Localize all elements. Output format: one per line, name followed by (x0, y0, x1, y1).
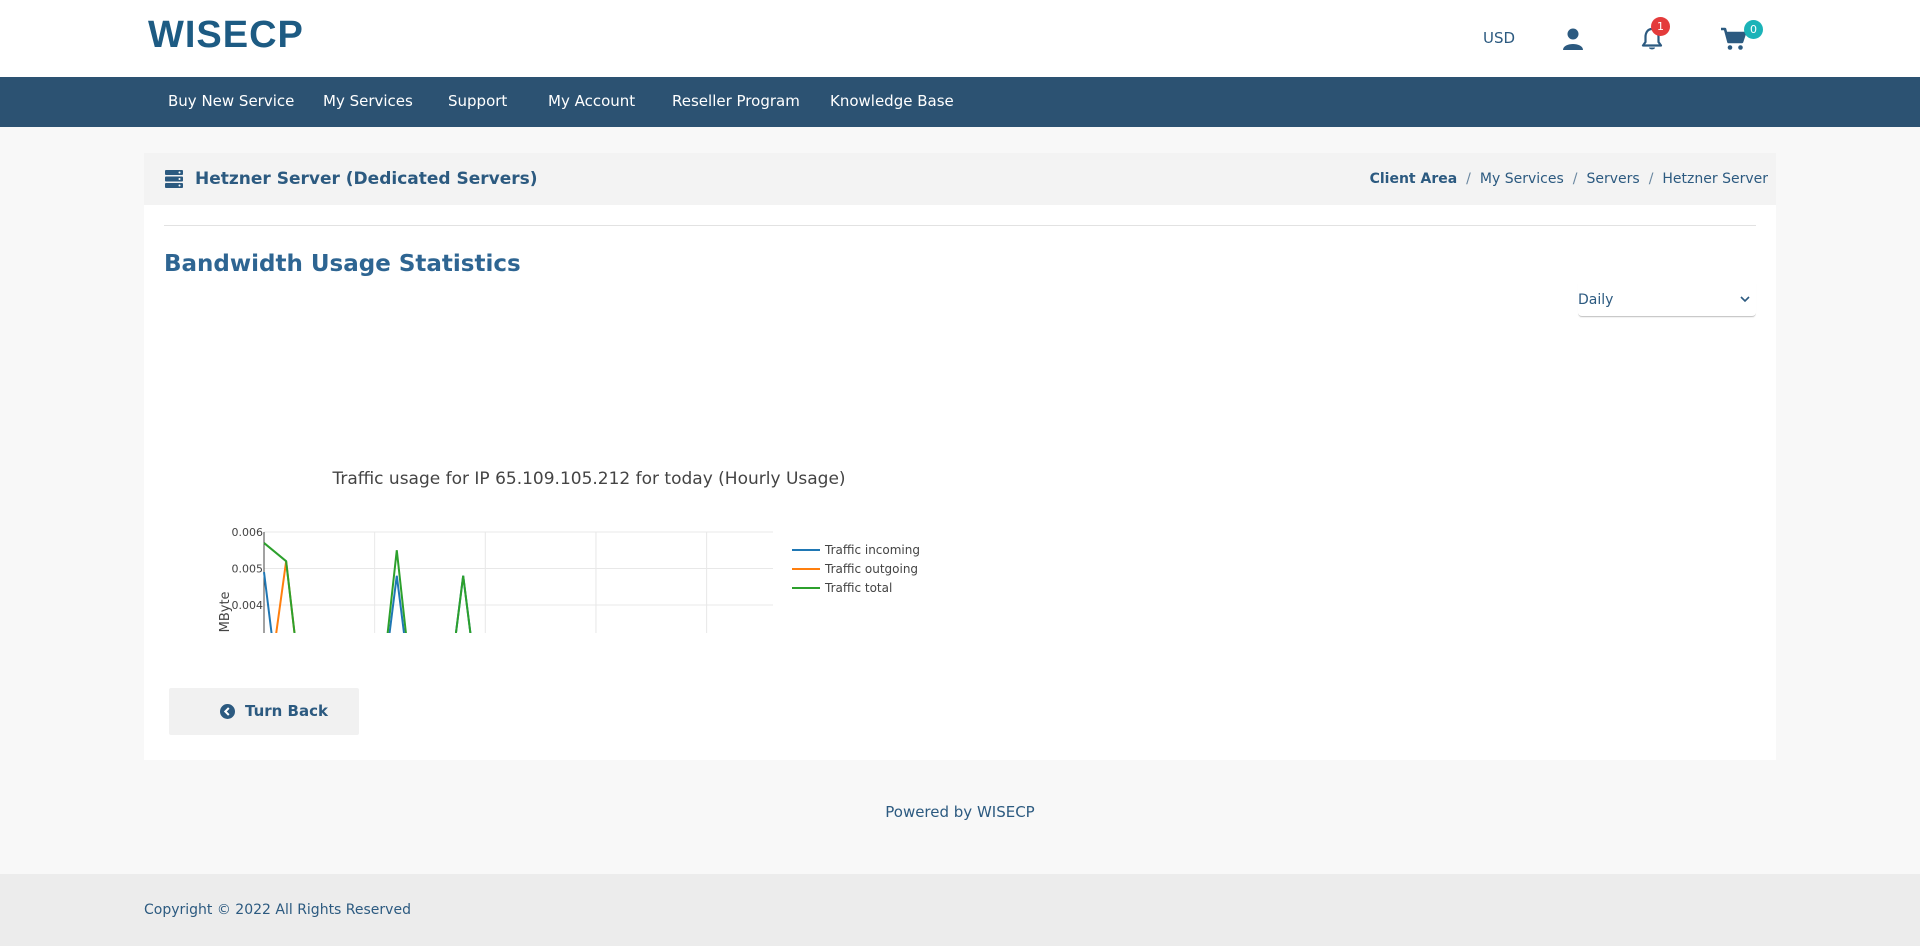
period-select[interactable]: Daily (1578, 283, 1756, 317)
series-line-traffic-total (263, 542, 472, 633)
panel-header: Hetzner Server (Dedicated Servers) Clien… (144, 153, 1776, 205)
chevron-down-icon (1740, 296, 1750, 303)
cart-count-badge: 0 (1744, 20, 1763, 39)
page-title: Hetzner Server (Dedicated Servers) (195, 169, 538, 189)
turn-back-label: Turn Back (245, 702, 328, 720)
chevron-circle-left-icon (220, 704, 235, 719)
series-line-traffic-outgoing (275, 561, 296, 633)
breadcrumb-separator: / (1572, 171, 1578, 187)
y-tick-label: 0.004 (232, 599, 264, 612)
nav-item-my-services[interactable]: My Services (323, 92, 413, 110)
traffic-chart: Traffic usage for IP 65.109.105.212 for … (218, 469, 920, 633)
breadcrumb-separator: / (1648, 171, 1654, 187)
breadcrumb-client-area[interactable]: Client Area (1370, 171, 1458, 187)
site-footer: Copyright © 2022 All Rights Reserved (0, 874, 1920, 946)
powered-by-link[interactable]: Powered by WISECP (885, 803, 1034, 821)
copyright-text: Copyright © 2022 All Rights Reserved (144, 902, 411, 918)
chart-title: Traffic usage for IP 65.109.105.212 for … (331, 469, 845, 489)
logo-graphic: WISECP (148, 14, 304, 56)
breadcrumb-my-services[interactable]: My Services (1480, 171, 1564, 187)
server-icon (165, 170, 183, 188)
site-header: WISECP USD 1 0 (0, 0, 1920, 77)
breadcrumb: Client Area / My Services / Servers / Hetzner … (1370, 171, 1768, 187)
series-line-traffic-incoming (263, 572, 472, 633)
currency-selector[interactable]: USD (1483, 29, 1515, 47)
user-icon[interactable] (1562, 28, 1584, 50)
section-title: Bandwidth Usage Statistics (164, 251, 521, 277)
legend-label: Traffic total (824, 581, 892, 595)
y-axis-label: Traffic in MByte (218, 591, 233, 633)
breadcrumb-servers[interactable]: Servers (1586, 171, 1639, 187)
nav-item-support[interactable]: Support (448, 92, 507, 110)
y-tick-label: 0.005 (232, 563, 264, 576)
period-select-value: Daily (1578, 292, 1614, 308)
nav-item-buy-new-service[interactable]: Buy New Service (168, 92, 294, 110)
service-panel: Hetzner Server (Dedicated Servers) Clien… (144, 153, 1776, 760)
breadcrumb-separator: / (1466, 171, 1471, 187)
legend-label: Traffic outgoing (824, 562, 918, 576)
main-navigation: Buy New Service My Services Support My A… (0, 77, 1920, 127)
section-divider (164, 225, 1756, 226)
nav-item-reseller-program[interactable]: Reseller Program (672, 92, 800, 110)
powered-by: Powered by WISECP (0, 803, 1920, 821)
y-tick-label: 0.006 (232, 526, 264, 539)
logo-text: WISECP (148, 16, 304, 52)
notification-count-badge: 1 (1651, 17, 1670, 36)
wisecp-logo[interactable]: WISECP (148, 14, 324, 56)
turn-back-button[interactable]: Turn Back (169, 688, 359, 735)
nav-item-my-account[interactable]: My Account (548, 92, 635, 110)
breadcrumb-hetzner-server[interactable]: Hetzner Server (1662, 171, 1768, 187)
legend-label: Traffic incoming (824, 543, 920, 557)
nav-item-knowledge-base[interactable]: Knowledge Base (830, 92, 954, 110)
